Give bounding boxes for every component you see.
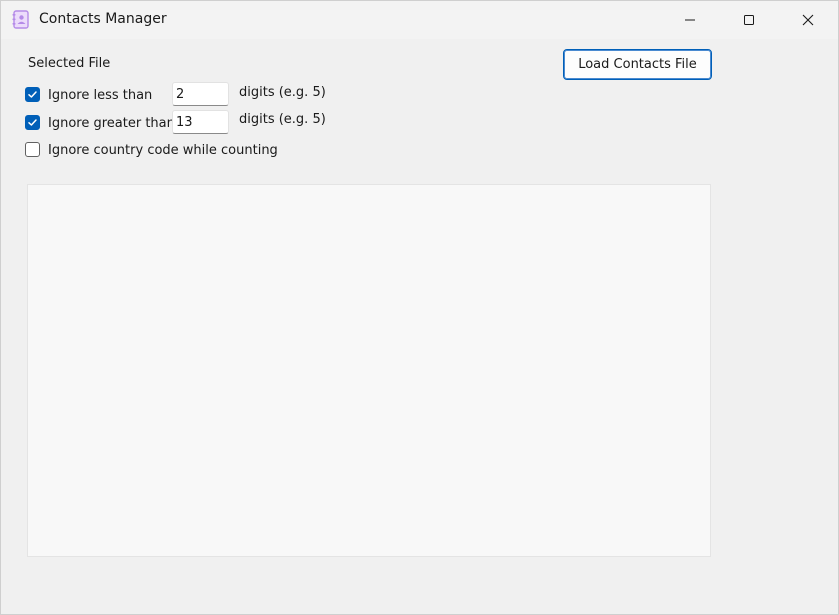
maximize-button[interactable] (720, 1, 778, 39)
minimize-icon (684, 14, 696, 26)
close-button[interactable] (779, 1, 837, 39)
selected-file-label: Selected File (28, 56, 111, 71)
maximize-icon (743, 14, 755, 26)
ignore-less-checkbox[interactable] (25, 87, 40, 102)
ignore-greater-label: Ignore greater than (48, 116, 175, 131)
ignore-less-suffix: digits (e.g. 5) (239, 85, 326, 100)
minimize-button[interactable] (661, 1, 719, 39)
address-book-icon (12, 10, 30, 29)
ignore-less-input[interactable]: 2 (172, 82, 229, 106)
ignore-less-label: Ignore less than (48, 88, 153, 103)
ignore-greater-suffix: digits (e.g. 5) (239, 112, 326, 127)
title-bar[interactable]: Contacts Manager (1, 1, 838, 39)
contacts-manager-window: Contacts Manager Selected File Load Cont… (0, 0, 839, 615)
window-title: Contacts Manager (39, 11, 167, 27)
contacts-results-panel[interactable] (27, 184, 711, 557)
close-icon (802, 14, 814, 26)
ignore-country-code-label: Ignore country code while counting (48, 143, 278, 158)
ignore-greater-checkbox[interactable] (25, 115, 40, 130)
checkmark-icon (28, 91, 37, 98)
ignore-country-code-checkbox[interactable] (25, 142, 40, 157)
checkmark-icon (28, 119, 37, 126)
ignore-greater-input[interactable]: 13 (172, 110, 229, 134)
load-contacts-button[interactable]: Load Contacts File (563, 49, 712, 80)
